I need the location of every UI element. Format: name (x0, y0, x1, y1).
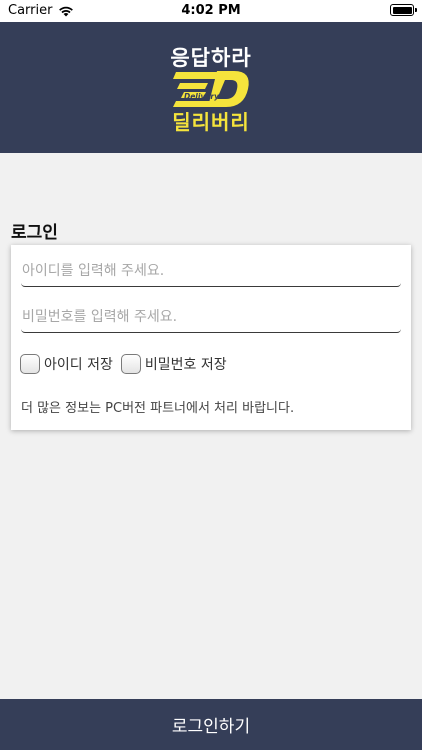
app-header: 응답하라 Delivery 딜리버리 (0, 22, 422, 153)
status-bar: Carrier 4:02 PM (0, 0, 422, 22)
save-pw-label: 비밀번호 저장 (144, 357, 227, 373)
logo-mark-word: Delivery (184, 92, 220, 101)
password-input[interactable] (21, 301, 401, 333)
status-time: 4:02 PM (181, 3, 241, 18)
login-button[interactable]: 로그인하기 (0, 699, 422, 750)
save-id-checkbox[interactable] (20, 354, 40, 374)
delivery-logo-icon: Delivery (173, 71, 249, 107)
login-card: 아이디 저장 비밀번호 저장 더 많은 정보는 PC버전 파트너에서 처리 바랍… (11, 245, 411, 430)
save-options: 아이디 저장 비밀번호 저장 (20, 353, 235, 375)
save-pw-checkbox[interactable] (120, 354, 141, 374)
logo-bottom-text: 딜리버리 (172, 110, 250, 134)
info-text: 더 많은 정보는 PC버전 파트너에서 처리 바랍니다. (21, 401, 295, 416)
login-title: 로그인 (11, 223, 58, 243)
save-id-option[interactable]: 아이디 저장 (20, 354, 113, 374)
status-right (390, 4, 417, 16)
save-id-label: 아이디 저장 (44, 357, 113, 373)
save-pw-option[interactable]: 비밀번호 저장 (120, 354, 227, 374)
battery-icon (390, 4, 417, 16)
id-input[interactable] (21, 255, 401, 287)
